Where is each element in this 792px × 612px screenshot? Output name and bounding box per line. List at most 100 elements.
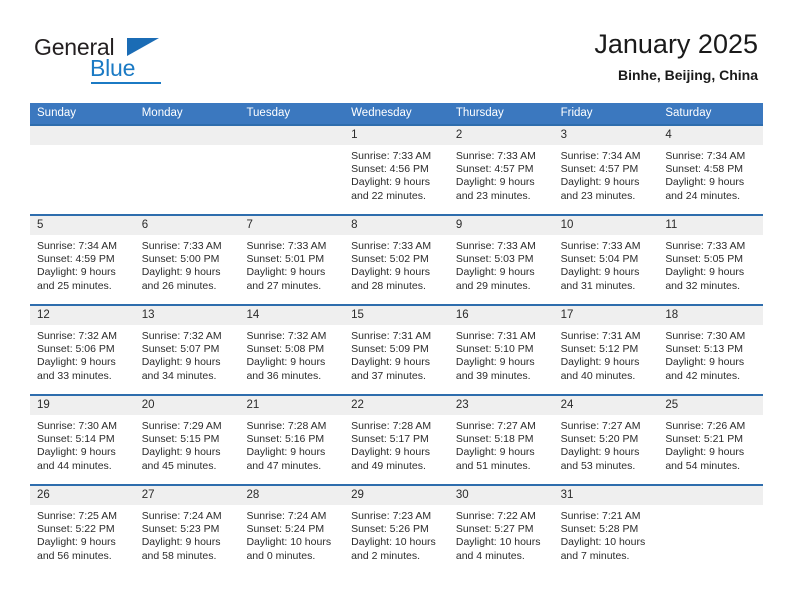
day-cell[interactable]: 22 Sunrise: 7:28 AM Sunset: 5:17 PM Dayligh… <box>344 396 449 484</box>
day-cell[interactable]: 7 Sunrise: 7:33 AM Sunset: 5:01 PM Daylight… <box>239 216 345 304</box>
daylight-text: Daylight: 9 hours and 34 minutes. <box>141 356 221 382</box>
daylight-text: Daylight: 9 hours and 33 minutes. <box>37 356 116 382</box>
sun-info: Sunrise: 7:32 AM Sunset: 5:07 PM Daylight:… <box>135 325 240 383</box>
day-cell[interactable]: 2 Sunrise: 7:33 AM Sunset: 4:57 PM Daylight… <box>448 126 554 214</box>
day-number: 30 <box>455 489 469 501</box>
day-cell[interactable]: 27 Sunrise: 7:24 AM Sunset: 5:23 PM Dayligh… <box>134 486 240 574</box>
sun-info: Sunrise: 7:23 AM Sunset: 5:26 PM Daylight:… <box>344 505 449 563</box>
day-cell[interactable]: 8 Sunrise: 7:33 AM Sunset: 5:02 PM Daylight… <box>344 216 449 304</box>
logo-underline <box>91 82 161 84</box>
day-cell[interactable]: 30 Sunrise: 7:22 AM Sunset: 5:27 PM Dayligh… <box>448 486 554 574</box>
day-number-band: 12 <box>30 306 135 325</box>
sunset-text: Sunset: 5:22 PM <box>37 523 115 536</box>
page-header: General Blue January 2025 Binhe, Beijing… <box>34 28 758 90</box>
general-blue-logo[interactable]: General Blue <box>34 34 234 90</box>
sun-info: Sunrise: 7:30 AM Sunset: 5:14 PM Daylight:… <box>30 415 135 473</box>
day-cell[interactable]: 17 Sunrise: 7:31 AM Sunset: 5:12 PM Dayligh… <box>553 306 659 394</box>
sunrise-text: Sunrise: 7:25 AM <box>37 510 117 522</box>
sunset-text: Sunset: 5:13 PM <box>665 343 743 356</box>
week-row: 5 Sunrise: 7:34 AM Sunset: 4:59 PM Daylight… <box>30 214 764 304</box>
day-number-band: 25 <box>658 396 764 415</box>
day-cell[interactable]: 10 Sunrise: 7:33 AM Sunset: 5:04 PM Dayligh… <box>553 216 659 304</box>
day-cell[interactable]: 28 Sunrise: 7:24 AM Sunset: 5:24 PM Dayligh… <box>239 486 345 574</box>
day-number-band: 17 <box>553 306 659 325</box>
day-cell[interactable]: 12 Sunrise: 7:32 AM Sunset: 5:06 PM Dayligh… <box>30 306 135 394</box>
weekday-saturday: Saturday <box>665 107 712 119</box>
sunrise-text: Sunrise: 7:28 AM <box>246 420 327 432</box>
day-number: 5 <box>37 219 44 231</box>
day-number-band: 24 <box>553 396 659 415</box>
day-cell[interactable]: 18 Sunrise: 7:30 AM Sunset: 5:13 PM Dayligh… <box>658 306 764 394</box>
day-cell[interactable]: 15 Sunrise: 7:31 AM Sunset: 5:09 PM Dayligh… <box>344 306 449 394</box>
day-cell[interactable]: 1 Sunrise: 7:33 AM Sunset: 4:56 PM Daylight… <box>344 126 449 214</box>
day-cell[interactable]: 25 Sunrise: 7:26 AM Sunset: 5:21 PM Dayligh… <box>658 396 764 484</box>
daylight-text: Daylight: 10 hours and 4 minutes. <box>455 536 541 562</box>
day-cell[interactable]: 6 Sunrise: 7:33 AM Sunset: 5:00 PM Daylight… <box>134 216 240 304</box>
day-cell[interactable]: 24 Sunrise: 7:27 AM Sunset: 5:20 PM Dayligh… <box>553 396 659 484</box>
day-number-band: 21 <box>239 396 345 415</box>
daylight-text: Daylight: 9 hours and 39 minutes. <box>455 356 535 382</box>
sunset-text: Sunset: 4:57 PM <box>560 163 639 176</box>
daylight-text: Daylight: 9 hours and 29 minutes. <box>455 266 535 292</box>
sunrise-text: Sunrise: 7:33 AM <box>246 240 327 252</box>
day-cell[interactable]: 16 Sunrise: 7:31 AM Sunset: 5:10 PM Dayligh… <box>448 306 554 394</box>
sunrise-text: Sunrise: 7:22 AM <box>455 510 536 522</box>
sunset-text: Sunset: 5:10 PM <box>455 343 534 356</box>
day-cell[interactable]: 26 Sunrise: 7:25 AM Sunset: 5:22 PM Dayligh… <box>30 486 135 574</box>
day-cell[interactable]: 9 Sunrise: 7:33 AM Sunset: 5:03 PM Daylight… <box>448 216 554 304</box>
day-number-band: 18 <box>658 306 764 325</box>
calendar-page: General Blue January 2025 Binhe, Beijing… <box>0 0 792 612</box>
sunset-text: Sunset: 5:07 PM <box>141 343 220 356</box>
sunset-text: Sunset: 5:20 PM <box>560 433 639 446</box>
day-number-band: 1 <box>344 126 449 145</box>
sunrise-text: Sunrise: 7:33 AM <box>560 240 641 252</box>
day-cell[interactable]: 13 Sunrise: 7:32 AM Sunset: 5:07 PM Dayligh… <box>134 306 240 394</box>
sunset-text: Sunset: 5:04 PM <box>560 253 639 266</box>
day-cell[interactable]: 21 Sunrise: 7:28 AM Sunset: 5:16 PM Dayligh… <box>239 396 345 484</box>
day-number-band: 3 <box>553 126 659 145</box>
day-cell[interactable]: 5 Sunrise: 7:34 AM Sunset: 4:59 PM Daylight… <box>30 216 135 304</box>
day-cell[interactable]: 14 Sunrise: 7:32 AM Sunset: 5:08 PM Dayligh… <box>239 306 345 394</box>
day-number: 11 <box>665 219 678 231</box>
sun-info: Sunrise: 7:33 AM Sunset: 5:05 PM Daylight:… <box>658 235 763 293</box>
week-row: 1 Sunrise: 7:33 AM Sunset: 4:56 PM Daylight… <box>30 124 764 214</box>
daylight-text: Daylight: 9 hours and 51 minutes. <box>455 446 535 472</box>
sunrise-text: Sunrise: 7:32 AM <box>37 330 117 342</box>
day-number-band: 13 <box>134 306 240 325</box>
sunrise-text: Sunrise: 7:30 AM <box>665 330 746 342</box>
day-cell[interactable]: 31 Sunrise: 7:21 AM Sunset: 5:28 PM Dayligh… <box>553 486 659 574</box>
day-number: 23 <box>455 399 469 411</box>
sunrise-text: Sunrise: 7:34 AM <box>560 150 641 162</box>
day-cell[interactable]: 4 Sunrise: 7:34 AM Sunset: 4:58 PM Daylight… <box>658 126 764 214</box>
day-cell[interactable]: 23 Sunrise: 7:27 AM Sunset: 5:18 PM Dayligh… <box>448 396 554 484</box>
sun-info: Sunrise: 7:21 AM Sunset: 5:28 PM Daylight:… <box>554 505 659 563</box>
sun-info: Sunrise: 7:32 AM Sunset: 5:06 PM Daylight:… <box>30 325 135 383</box>
daylight-text: Daylight: 9 hours and 22 minutes. <box>351 176 430 202</box>
sunrise-text: Sunrise: 7:32 AM <box>246 330 327 342</box>
day-cell-empty <box>134 126 240 214</box>
triangle-icon <box>127 38 159 56</box>
sun-info: Sunrise: 7:34 AM Sunset: 4:57 PM Daylight:… <box>554 145 659 203</box>
week-row: 12 Sunrise: 7:32 AM Sunset: 5:06 PM Dayligh… <box>30 304 764 394</box>
day-cell[interactable]: 19 Sunrise: 7:30 AM Sunset: 5:14 PM Dayligh… <box>30 396 135 484</box>
day-number-band <box>30 126 135 145</box>
day-number: 9 <box>455 219 463 231</box>
sunset-text: Sunset: 5:14 PM <box>37 433 115 446</box>
calendar-table: Sunday Monday Tuesday Wednesday Thursday… <box>30 103 764 574</box>
day-number: 26 <box>37 489 50 501</box>
sun-info: Sunrise: 7:33 AM Sunset: 4:56 PM Daylight:… <box>344 145 449 203</box>
day-number-band: 10 <box>553 216 659 235</box>
day-number: 24 <box>560 399 574 411</box>
sunset-text: Sunset: 5:17 PM <box>351 433 429 446</box>
day-cell[interactable]: 20 Sunrise: 7:29 AM Sunset: 5:15 PM Dayligh… <box>134 396 240 484</box>
sun-info: Sunrise: 7:33 AM Sunset: 5:02 PM Daylight:… <box>344 235 449 293</box>
day-cell[interactable]: 29 Sunrise: 7:23 AM Sunset: 5:26 PM Dayligh… <box>344 486 449 574</box>
page-title: January 2025 <box>594 29 758 59</box>
day-number: 31 <box>560 489 574 501</box>
day-cell[interactable]: 3 Sunrise: 7:34 AM Sunset: 4:57 PM Daylight… <box>553 126 659 214</box>
sun-info: Sunrise: 7:28 AM Sunset: 5:16 PM Daylight:… <box>239 415 344 473</box>
sun-info: Sunrise: 7:33 AM Sunset: 5:04 PM Daylight:… <box>554 235 659 293</box>
sun-info: Sunrise: 7:27 AM Sunset: 5:18 PM Daylight:… <box>449 415 554 473</box>
day-cell[interactable]: 11 Sunrise: 7:33 AM Sunset: 5:05 PM Dayligh… <box>658 216 764 304</box>
sun-info: Sunrise: 7:33 AM Sunset: 4:57 PM Daylight:… <box>449 145 554 203</box>
